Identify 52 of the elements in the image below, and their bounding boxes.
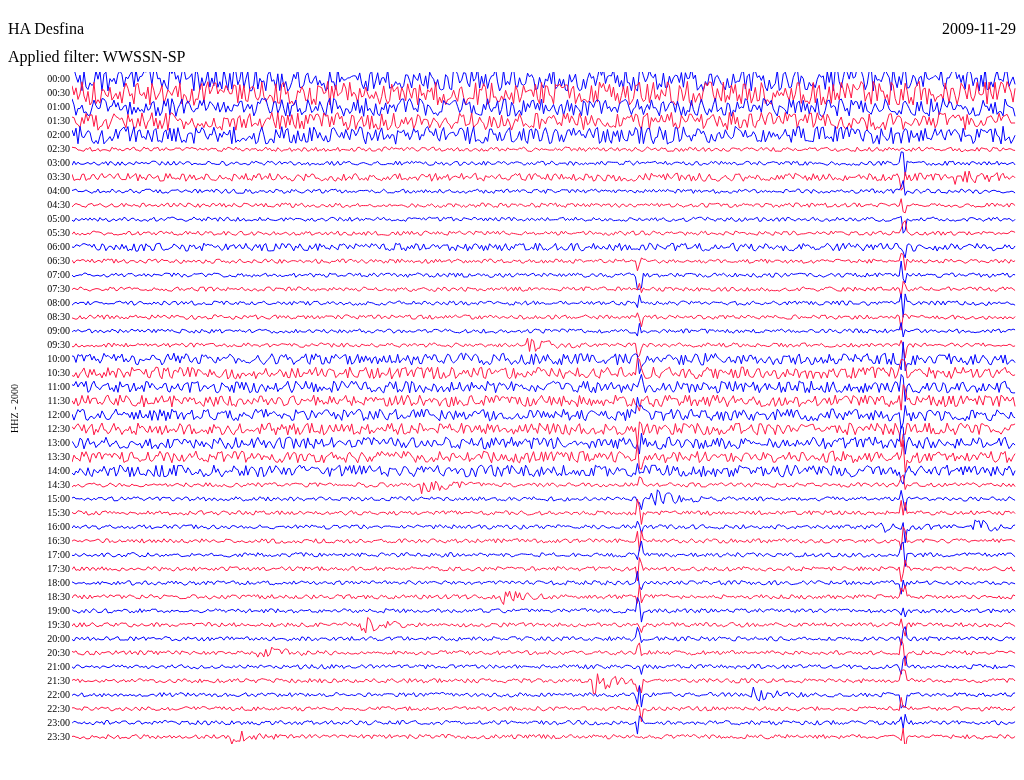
time-label: 08:30 (46, 310, 70, 324)
time-label: 06:00 (46, 240, 70, 254)
filter-label: Applied filter: WWSSN-SP (8, 48, 187, 66)
time-label: 07:30 (46, 282, 70, 296)
time-label: 00:30 (46, 86, 70, 100)
time-label: 11:00 (46, 380, 70, 394)
time-label: 01:00 (46, 100, 70, 114)
time-label: 10:00 (46, 352, 70, 366)
time-label: 15:00 (46, 492, 70, 506)
time-label: 09:00 (46, 324, 70, 338)
time-label: 11:30 (46, 394, 70, 408)
time-label: 05:00 (46, 212, 70, 226)
time-label: 12:30 (46, 422, 70, 436)
time-label: 22:00 (46, 688, 70, 702)
time-label: 07:00 (46, 268, 70, 282)
channel-label: HHZ - 2000 (9, 383, 21, 433)
time-label: 20:00 (46, 632, 70, 646)
time-label: 10:30 (46, 366, 70, 380)
time-label: 02:00 (46, 128, 70, 142)
time-label: 13:30 (46, 450, 70, 464)
time-label: 23:30 (46, 730, 70, 744)
time-label: 23:00 (46, 716, 70, 730)
time-label: 21:00 (46, 660, 70, 674)
time-label: 01:30 (46, 114, 70, 128)
time-label: 04:30 (46, 198, 70, 212)
time-label: 17:00 (46, 548, 70, 562)
time-label: 18:00 (46, 576, 70, 590)
time-label: 19:30 (46, 618, 70, 632)
time-label: 09:30 (46, 338, 70, 352)
time-label: 18:30 (46, 590, 70, 604)
time-label: 17:30 (46, 562, 70, 576)
time-label: 20:30 (46, 646, 70, 660)
time-label: 21:30 (46, 674, 70, 688)
time-label: 00:00 (46, 72, 70, 86)
station-title: HA Desfina (8, 20, 84, 38)
time-label: 08:00 (46, 296, 70, 310)
date-label: 2009-11-29 (941, 20, 1016, 38)
time-label: 14:00 (46, 464, 70, 478)
time-label: 15:30 (46, 506, 70, 520)
time-label: 14:30 (46, 478, 70, 492)
time-label: 06:30 (46, 254, 70, 268)
time-label: 03:00 (46, 156, 70, 170)
time-label: 05:30 (46, 226, 70, 240)
time-label: 13:00 (46, 436, 70, 450)
time-label: 02:30 (46, 142, 70, 156)
time-label: 12:00 (46, 408, 70, 422)
time-label: 03:30 (46, 170, 70, 184)
time-label: 16:00 (46, 520, 70, 534)
time-label: 16:30 (46, 534, 70, 548)
time-label: 04:00 (46, 184, 70, 198)
time-label: 19:00 (46, 604, 70, 618)
time-label: 22:30 (46, 702, 70, 716)
